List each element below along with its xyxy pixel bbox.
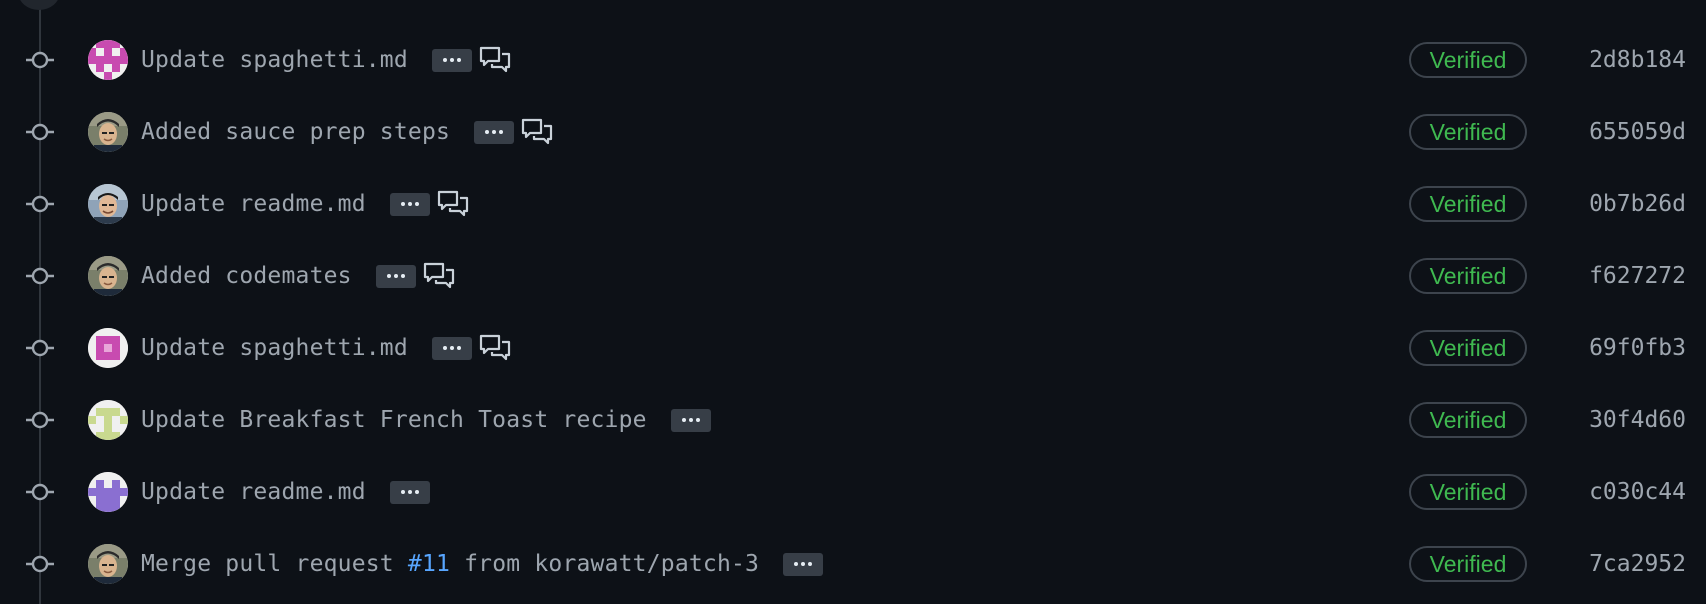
commit-message-group: Update spaghetti.md bbox=[141, 40, 512, 80]
commit-row: Merge pull request #11 from korawatt/pat… bbox=[0, 528, 1706, 600]
author-avatar[interactable] bbox=[88, 400, 128, 440]
commit-row: Update readme.md Verified 0b7b26d bbox=[0, 168, 1706, 240]
expand-message-button[interactable] bbox=[389, 480, 430, 504]
commit-sha-link[interactable]: 655059d bbox=[1589, 112, 1686, 152]
verified-badge[interactable]: Verified bbox=[1409, 474, 1527, 510]
git-commit-icon bbox=[26, 48, 54, 72]
expand-message-button[interactable] bbox=[431, 48, 472, 72]
commit-message-link[interactable]: Update spaghetti.md bbox=[141, 47, 408, 73]
expand-message-button[interactable] bbox=[783, 552, 824, 576]
commit-message-group: Added codemates bbox=[141, 256, 456, 296]
commit-row: Update readme.md Verified c030c44 bbox=[0, 456, 1706, 528]
commit-sha-link[interactable]: 30f4d60 bbox=[1589, 400, 1686, 440]
verified-badge[interactable]: Verified bbox=[1409, 546, 1527, 582]
commit-message-link[interactable]: Update Breakfast French Toast recipe bbox=[141, 407, 647, 433]
commit-message-link[interactable]: Added codemates bbox=[141, 263, 352, 289]
author-avatar[interactable] bbox=[88, 544, 128, 584]
commit-row: Added sauce prep steps Verified 655059d bbox=[0, 96, 1706, 168]
expand-message-button[interactable] bbox=[431, 336, 472, 360]
verified-badge[interactable]: Verified bbox=[1409, 258, 1527, 294]
verified-badge[interactable]: Verified bbox=[1409, 114, 1527, 150]
author-avatar[interactable] bbox=[88, 256, 128, 296]
expand-message-button[interactable] bbox=[375, 264, 416, 288]
git-commit-icon bbox=[26, 552, 54, 576]
commit-sha-link[interactable]: f627272 bbox=[1589, 256, 1686, 296]
commit-message-link[interactable]: Added sauce prep steps bbox=[141, 119, 450, 145]
commit-message-link[interactable]: Update readme.md bbox=[141, 479, 366, 505]
git-commit-icon bbox=[26, 264, 54, 288]
commit-message-group: Update readme.md bbox=[141, 472, 430, 512]
commit-sha-link[interactable]: 7ca2952 bbox=[1589, 544, 1686, 584]
commit-sha-link[interactable]: 0b7b26d bbox=[1589, 184, 1686, 224]
commit-row: Update Breakfast French Toast recipe Ver… bbox=[0, 384, 1706, 456]
author-avatar[interactable] bbox=[88, 184, 128, 224]
git-commit-icon bbox=[26, 192, 54, 216]
verified-badge[interactable]: Verified bbox=[1409, 330, 1527, 366]
commit-message-link[interactable]: Update readme.md bbox=[141, 191, 366, 217]
commit-sha-link[interactable]: 2d8b184 bbox=[1589, 40, 1686, 80]
pr-link[interactable]: #11 bbox=[408, 551, 450, 577]
git-commit-icon bbox=[26, 408, 54, 432]
commit-message-group: Added sauce prep steps bbox=[141, 112, 554, 152]
commit-message-group: Update Breakfast French Toast recipe bbox=[141, 400, 711, 440]
commit-row: Update spaghetti.md Verified 69f0fb3 bbox=[0, 312, 1706, 384]
expand-message-button[interactable] bbox=[670, 408, 711, 432]
commit-sha-link[interactable]: 69f0fb3 bbox=[1589, 328, 1686, 368]
timeline-top-node bbox=[18, 0, 60, 10]
verified-badge[interactable]: Verified bbox=[1409, 402, 1527, 438]
author-avatar[interactable] bbox=[88, 112, 128, 152]
git-commit-icon bbox=[26, 336, 54, 360]
comment-discussion-icon[interactable] bbox=[422, 260, 456, 292]
comment-discussion-icon[interactable] bbox=[478, 44, 512, 76]
commit-message-group: Update readme.md bbox=[141, 184, 470, 224]
commit-row: Update spaghetti.md Verified 2d8b184 bbox=[0, 24, 1706, 96]
commit-message-group: Merge pull request #11 from korawatt/pat… bbox=[141, 544, 824, 584]
verified-badge[interactable]: Verified bbox=[1409, 42, 1527, 78]
verified-badge[interactable]: Verified bbox=[1409, 186, 1527, 222]
commit-message-link[interactable]: Merge pull request #11 from korawatt/pat… bbox=[141, 551, 759, 577]
git-commit-icon bbox=[26, 120, 54, 144]
author-avatar[interactable] bbox=[88, 472, 128, 512]
commit-message-group: Update spaghetti.md bbox=[141, 328, 512, 368]
expand-message-button[interactable] bbox=[389, 192, 430, 216]
comment-discussion-icon[interactable] bbox=[436, 188, 470, 220]
commit-row: Added codemates Verified f627272 bbox=[0, 240, 1706, 312]
author-avatar[interactable] bbox=[88, 40, 128, 80]
author-avatar[interactable] bbox=[88, 328, 128, 368]
comment-discussion-icon[interactable] bbox=[520, 116, 554, 148]
commit-list: Update spaghetti.md Verified 2d8b184 Add… bbox=[0, 24, 1706, 600]
expand-message-button[interactable] bbox=[474, 120, 515, 144]
git-commit-icon bbox=[26, 480, 54, 504]
comment-discussion-icon[interactable] bbox=[478, 332, 512, 364]
commit-message-link[interactable]: Update spaghetti.md bbox=[141, 335, 408, 361]
commit-sha-link[interactable]: c030c44 bbox=[1589, 472, 1686, 512]
